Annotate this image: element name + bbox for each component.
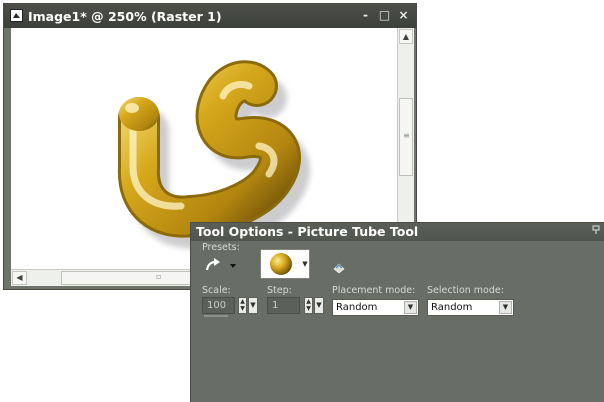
selection-mode-value: Random: [431, 302, 473, 313]
tool-options-title: Tool Options - Picture Tube Tool: [196, 224, 419, 239]
tube-preview-button[interactable]: [260, 249, 302, 279]
presets-label: Presets:: [202, 242, 240, 253]
close-button[interactable]: ×: [397, 7, 410, 23]
chevron-down-icon: ▼: [499, 301, 512, 314]
placement-mode-label: Placement mode:: [332, 285, 416, 296]
vertical-scroll-thumb[interactable]: ≡: [399, 98, 413, 176]
scale-slider-track[interactable]: [204, 315, 228, 317]
thumb-grip: ≡: [403, 131, 410, 140]
restore-button[interactable]: □: [378, 7, 391, 23]
placement-mode-value: Random: [336, 302, 378, 313]
step-spinner[interactable]: ▲ ▼: [304, 297, 313, 314]
step-input[interactable]: 1: [267, 297, 300, 314]
tool-options-palette: Tool Options - Picture Tube Tool Presets…: [190, 222, 604, 402]
scale-input[interactable]: 100: [202, 297, 235, 314]
window-controls: - □ ×: [359, 7, 410, 23]
minimize-button[interactable]: -: [359, 7, 372, 23]
app-icon: [10, 9, 23, 22]
selection-mode-select[interactable]: Random ▼: [427, 299, 514, 316]
presets-dropdown-button[interactable]: [201, 255, 237, 277]
step-label: Step:: [267, 285, 292, 296]
selection-mode-label: Selection mode:: [427, 285, 504, 296]
image-window-title: Image1* @ 250% (Raster 1): [28, 9, 222, 24]
tube-dropdown-arrow-icon[interactable]: ▼: [301, 249, 310, 279]
scroll-left-arrow-icon[interactable]: ◀: [12, 271, 27, 285]
save-preset-icon[interactable]: [331, 259, 347, 275]
scroll-up-arrow-icon[interactable]: ▲: [399, 29, 413, 44]
scale-spinner[interactable]: ▲ ▼: [238, 297, 247, 314]
chevron-down-icon: ▼: [404, 301, 417, 314]
tool-options-titlebar[interactable]: Tool Options - Picture Tube Tool: [191, 223, 604, 241]
scale-dropdown-arrow-icon[interactable]: ▼: [248, 297, 258, 314]
step-dropdown-arrow-icon[interactable]: ▼: [314, 297, 324, 314]
scale-label: Scale:: [202, 285, 231, 296]
tube-thumbnail-icon: [270, 253, 292, 275]
thumb-grip: ▫: [156, 272, 162, 281]
placement-mode-select[interactable]: Random ▼: [332, 299, 419, 316]
pin-icon[interactable]: [592, 225, 600, 235]
preset-arrow-icon: [205, 258, 236, 271]
image-window-titlebar[interactable]: Image1* @ 250% (Raster 1) - □ ×: [4, 4, 416, 28]
